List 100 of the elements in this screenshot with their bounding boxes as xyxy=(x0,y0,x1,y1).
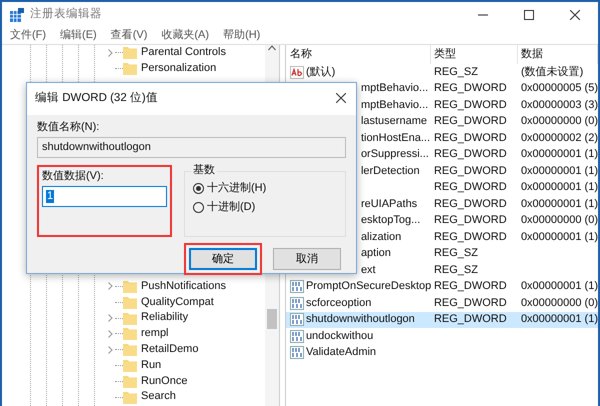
value-name: ext xyxy=(360,264,376,277)
value-name: (默认) xyxy=(306,66,336,79)
value-name: mptBehavio... xyxy=(360,98,428,112)
tree-item[interactable]: RunOnce xyxy=(141,374,188,388)
value-name: orSuppressi... xyxy=(360,148,429,162)
value-data: 0x00000001 (1) xyxy=(520,280,598,294)
folder-icon xyxy=(123,343,137,356)
value-type: REG_SZ xyxy=(432,66,479,79)
menu-item[interactable]: 收藏夹(A) xyxy=(161,29,210,43)
tree-item[interactable]: Run xyxy=(141,358,162,372)
value-type: REG_DWORD xyxy=(432,313,508,326)
radio-button[interactable] xyxy=(193,202,204,214)
radio-button[interactable] xyxy=(193,183,204,194)
value-name: ValidateAdmin xyxy=(306,346,376,360)
folder-icon xyxy=(123,296,137,309)
value-data: (数值未设置) xyxy=(520,66,584,79)
value-name: aption xyxy=(360,247,391,260)
value-name: tionHostEna... xyxy=(360,132,430,145)
value-type: REG_DWORD xyxy=(432,164,508,178)
menu-item[interactable]: 帮助(H) xyxy=(223,29,260,43)
menu-item[interactable]: 查看(V) xyxy=(110,29,148,43)
value-data-field[interactable]: 1 xyxy=(42,186,167,208)
dialog-button[interactable]: 确定 xyxy=(189,248,257,270)
value-name: alization xyxy=(360,230,402,244)
window-title: 注册表编辑器 xyxy=(30,8,102,22)
value-name: lastusername xyxy=(360,115,427,128)
value-name-field: shutdownwithoutlogon xyxy=(37,137,346,158)
selected-text: 1 xyxy=(46,190,54,204)
maximize-icon[interactable] xyxy=(524,10,534,20)
value-name: lerDetection xyxy=(360,164,420,178)
folder-icon xyxy=(123,280,137,293)
binary-value-icon xyxy=(290,330,304,343)
value-data: 0x00000001 (1) xyxy=(520,148,598,162)
folder-icon xyxy=(123,327,137,340)
tree-item[interactable]: rempl xyxy=(141,327,169,340)
binary-value-icon xyxy=(290,280,304,294)
value-data: 0x00000001 (1) xyxy=(520,198,598,211)
group-label: 基数 xyxy=(191,164,217,178)
radio-label: 十进制(D) xyxy=(207,201,256,215)
folder-icon xyxy=(123,62,137,76)
value-type: REG_DWORD xyxy=(432,132,508,145)
value-data: 0x00000005 (5) xyxy=(520,82,598,96)
close-icon[interactable] xyxy=(570,10,580,20)
value-type: REG_DWORD xyxy=(432,82,508,96)
value-type: REG_DWORD xyxy=(432,296,508,310)
tree-item[interactable]: Reliability xyxy=(141,311,188,325)
tree-item[interactable]: PushNotifications xyxy=(141,280,226,294)
value-data: 0x00000001 (1) xyxy=(520,230,598,244)
registry-editor-icon xyxy=(10,8,24,22)
value-type: REG_SZ xyxy=(432,247,479,260)
value-type: REG_DWORD xyxy=(432,198,508,211)
value-name: mptBehavio... xyxy=(360,82,428,96)
value-name: PromptOnSecureDesktop xyxy=(306,280,432,294)
dialog-title: 编辑 DWORD (32 位)值 xyxy=(35,92,158,106)
column-header[interactable]: 类型 xyxy=(430,45,518,64)
tree-item[interactable]: Parental Controls xyxy=(141,46,226,60)
menu-item[interactable]: 文件(F) xyxy=(10,29,46,43)
value-type: REG_DWORD xyxy=(432,148,508,162)
close-icon[interactable] xyxy=(336,93,346,104)
tree-item[interactable]: Personalization xyxy=(141,62,216,76)
value-name: scforceoption xyxy=(306,296,372,310)
value-data: 0x00000000 (0) xyxy=(520,115,598,128)
tree-item[interactable]: QualityCompat xyxy=(141,296,214,309)
value-data: 0x00000000 (0) xyxy=(520,296,598,310)
value-type: REG_DWORD xyxy=(432,181,508,194)
tree-item[interactable]: RetailDemo xyxy=(141,343,198,356)
value-data: 0x00000003 (3) xyxy=(520,98,598,112)
binary-value-icon xyxy=(290,346,304,360)
value-name: esktopTog... xyxy=(360,214,420,228)
value-type: REG_SZ xyxy=(432,264,479,277)
value-type: REG_DWORD xyxy=(432,214,508,228)
value-data: 0x00000001 (1) xyxy=(520,164,598,178)
string-value-icon xyxy=(290,66,304,79)
value-data: 0x00000001 (1) xyxy=(520,313,598,326)
value-name: shutdownwithoutlogon xyxy=(306,313,415,326)
field-label: 数值名称(N): xyxy=(37,121,100,134)
chevron-right-icon[interactable] xyxy=(108,282,112,290)
column-header[interactable]: 数据 xyxy=(518,45,598,64)
tree-item[interactable]: Search xyxy=(141,390,176,404)
scroll-thumb[interactable] xyxy=(266,309,277,329)
value-type: REG_DWORD xyxy=(432,280,508,294)
scroll-up-icon[interactable] xyxy=(268,45,276,51)
radio-label: 十六进制(H) xyxy=(207,182,266,196)
value-data: 0x00000000 (0) xyxy=(520,214,598,228)
binary-value-icon xyxy=(290,313,304,326)
folder-icon xyxy=(123,312,137,325)
menu-item[interactable]: 编辑(E) xyxy=(60,29,97,43)
folder-icon xyxy=(123,390,137,404)
selected-row[interactable]: shutdownwithoutlogon REG_DWORD 0x00000001 (1) xyxy=(286,312,598,328)
field-label: 数值数据(V): xyxy=(42,170,104,182)
value-data: 0x00000001 (1) xyxy=(520,181,598,194)
value-type: REG_DWORD xyxy=(432,230,508,244)
column-header[interactable]: 名称 xyxy=(286,45,431,64)
folder-icon xyxy=(123,358,137,372)
dialog-button[interactable]: 取消 xyxy=(273,248,341,270)
binary-value-icon xyxy=(290,296,304,310)
value-type: REG_DWORD xyxy=(432,115,508,128)
value-name: reUIAPaths xyxy=(360,198,418,211)
chevron-right-icon[interactable] xyxy=(108,48,112,57)
value-name: undockwithou xyxy=(306,330,374,343)
